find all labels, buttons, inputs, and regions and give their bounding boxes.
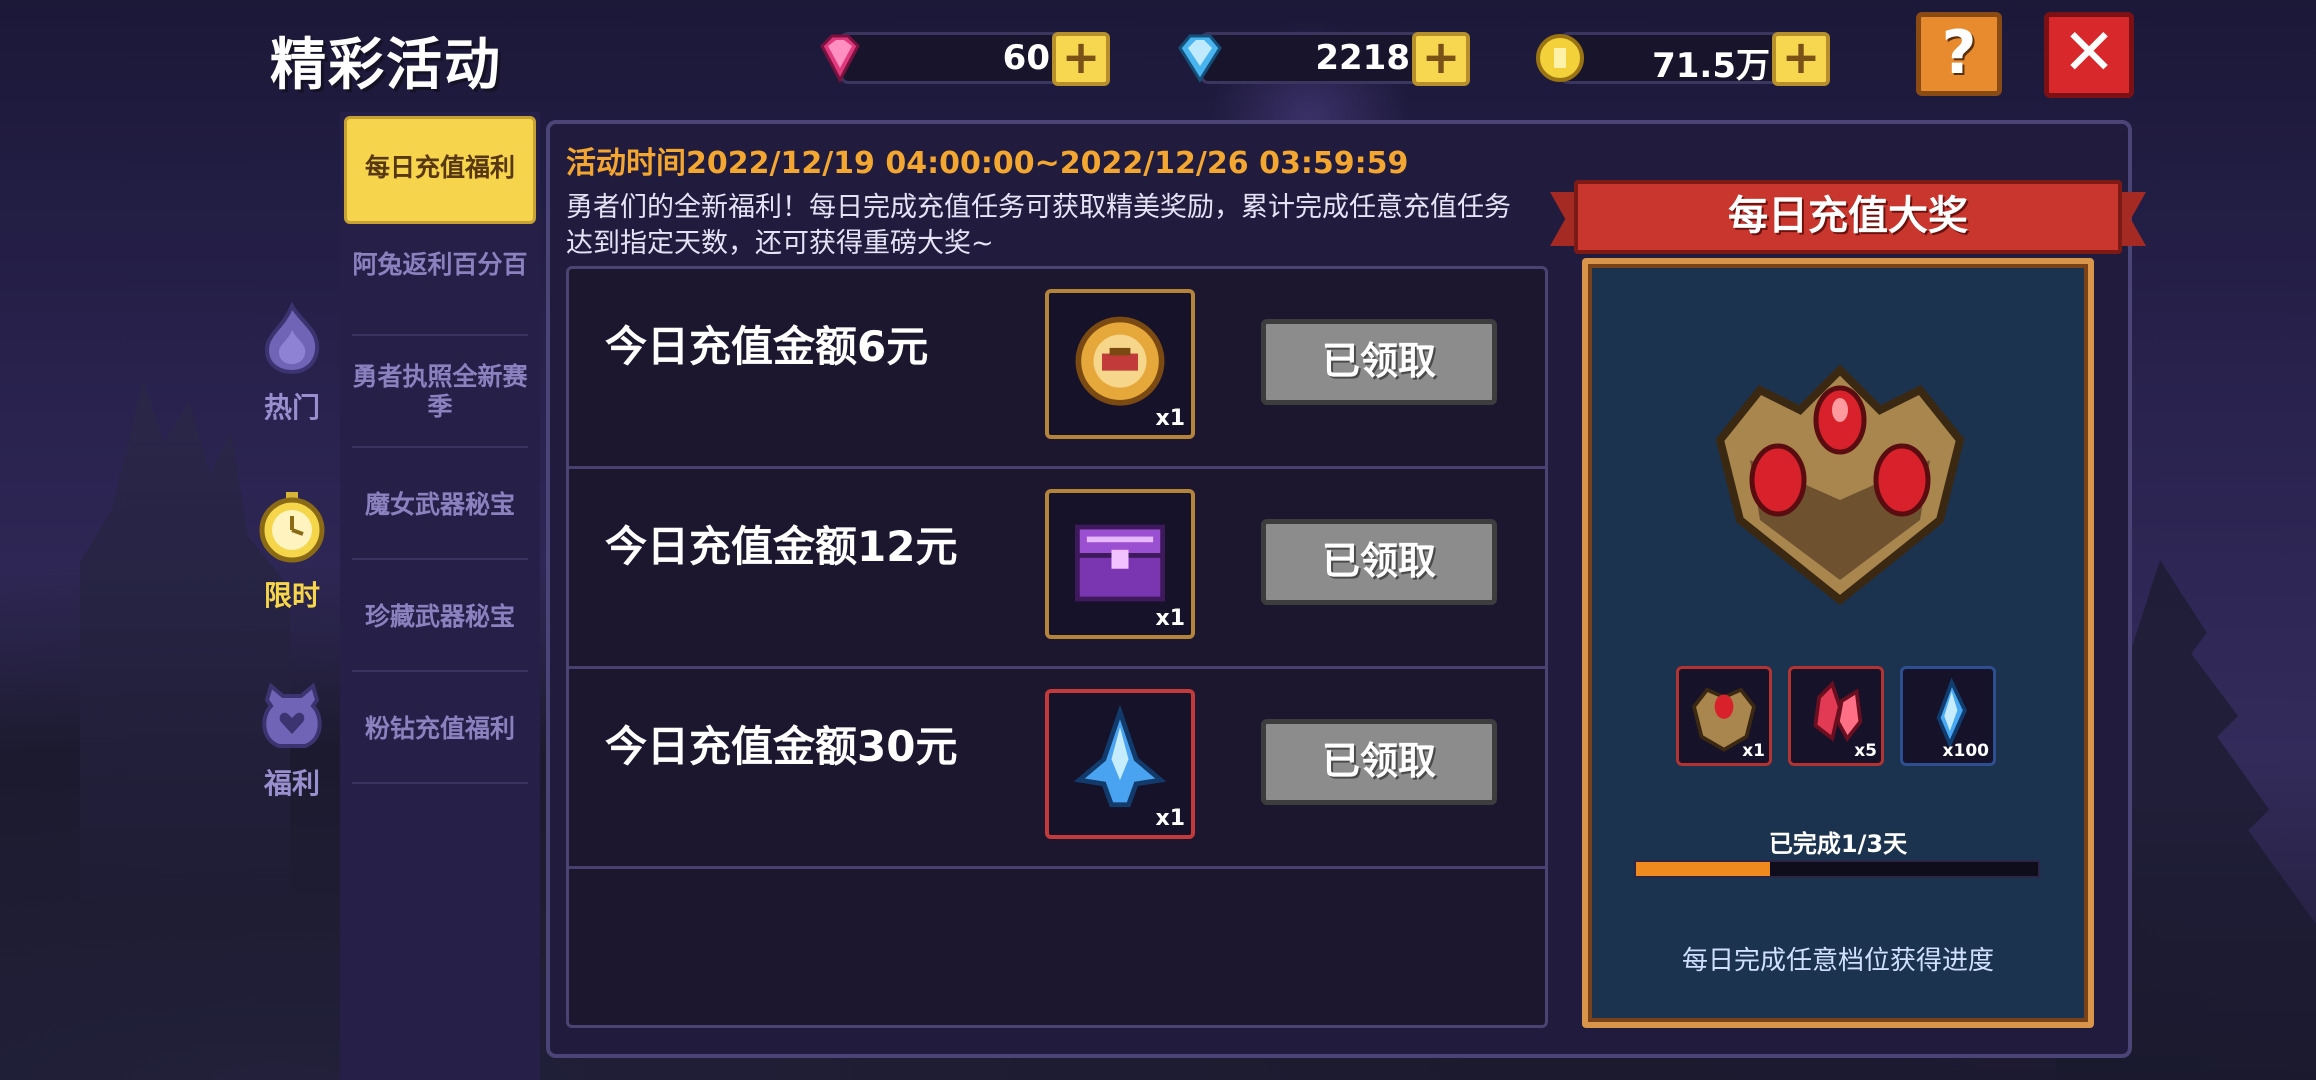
item-quantity: x1 [1742, 741, 1765, 761]
page-title: 精彩活动 [270, 33, 502, 98]
tab-divider [352, 782, 528, 784]
item-quantity: x5 [1854, 741, 1877, 761]
tab-divider [352, 670, 528, 672]
category-welfare[interactable]: 福利 [246, 676, 338, 802]
gold-coin-amount: 71.5万 [1652, 46, 1770, 86]
category-label: 福利 [263, 767, 320, 800]
currency-gold-coin: 71.5万 + [1530, 28, 1830, 88]
stopwatch-icon [259, 492, 325, 563]
grand-prize-item[interactable]: x1 [1676, 666, 1772, 766]
task-list[interactable]: 今日充值金额6元 x1 已领取 今日充值金额12元 x1 已领取 今日充值金额3… [566, 266, 1548, 1028]
task-title: 今日充值金额30元 [605, 722, 958, 771]
task-row: 今日充值金额30元 x1 已领取 [569, 669, 1545, 869]
gold-coin-icon [1536, 34, 1584, 82]
grand-prize-item[interactable]: x5 [1788, 666, 1884, 766]
tab-treasure-weapon[interactable]: 珍藏武器秘宝 [344, 602, 536, 642]
claimed-button[interactable]: 已领取 [1261, 519, 1497, 605]
event-description: 勇者们的全新福利！每日完成充值任务可获取精美奖励，累计完成任意充值任务达到指定天… [566, 192, 1511, 259]
item-quantity: x100 [1942, 741, 1989, 761]
task-title: 今日充值金额12元 [605, 522, 958, 571]
blue-gem-icon [1178, 34, 1222, 83]
tab-witch-weapon[interactable]: 魔女武器秘宝 [344, 490, 536, 530]
category-label: 热门 [263, 391, 320, 424]
pink-gem-amount: 60 [1002, 38, 1050, 78]
blue-gem-amount: 2218 [1315, 38, 1410, 78]
tab-divider [352, 446, 528, 448]
task-row: 今日充值金额12元 x1 已领取 [569, 469, 1545, 669]
reward-item-slot[interactable]: x1 [1045, 489, 1195, 639]
tab-daily-recharge[interactable]: 每日充值福利 [344, 116, 536, 224]
tab-divider [352, 558, 528, 560]
tab-pink-diamond[interactable]: 粉钻充值福利 [344, 714, 536, 754]
category-label: 限时 [263, 579, 320, 612]
progress-bar [1634, 860, 2040, 878]
item-quantity: x1 [1155, 406, 1186, 431]
background-castle [80, 380, 290, 900]
ruby-treasure-chest-icon[interactable] [1700, 350, 1980, 610]
progress-hint: 每日完成任意档位获得进度 [1681, 946, 1994, 976]
reward-item-slot[interactable]: x1 [1045, 689, 1195, 839]
grand-prize-item[interactable]: x100 [1900, 666, 1996, 766]
add-blue-gem-button[interactable]: + [1412, 32, 1470, 86]
progress-fill [1636, 862, 1770, 876]
flame-icon [264, 301, 320, 375]
item-quantity: x1 [1155, 806, 1186, 831]
claimed-button[interactable]: 已领取 [1261, 319, 1497, 405]
add-gold-coin-button[interactable]: + [1772, 32, 1830, 86]
tab-hero-license[interactable]: 勇者执照全新赛季 [344, 362, 536, 432]
close-button[interactable]: ✕ [2044, 12, 2134, 98]
task-row: 今日充值金额6元 x1 已领取 [569, 269, 1545, 469]
item-quantity: x1 [1155, 606, 1186, 631]
progress-label: 已完成1/3天 [1768, 830, 1908, 858]
currency-pink-gem: 60 + [810, 28, 1110, 88]
event-time: 活动时间2022/12/19 04:00:00~2022/12/26 03:59… [566, 146, 1409, 181]
claimed-button[interactable]: 已领取 [1261, 719, 1497, 805]
category-limited[interactable]: 限时 [246, 488, 338, 614]
currency-blue-gem: 2218 + [1170, 28, 1470, 88]
task-title: 今日充值金额6元 [605, 322, 929, 371]
reward-item-slot[interactable]: x1 [1045, 289, 1195, 439]
category-hot[interactable]: 热门 [246, 300, 338, 426]
add-pink-gem-button[interactable]: + [1052, 32, 1110, 86]
heart-bag-icon [262, 682, 322, 748]
grand-prize-title: 每日充值大奖 [1574, 180, 2122, 254]
help-button[interactable]: ? [1916, 12, 2002, 96]
tab-rabbit-rebate[interactable]: 阿兔返利百分百 [344, 250, 536, 320]
tab-divider [352, 334, 528, 336]
pink-gem-icon [820, 34, 860, 84]
